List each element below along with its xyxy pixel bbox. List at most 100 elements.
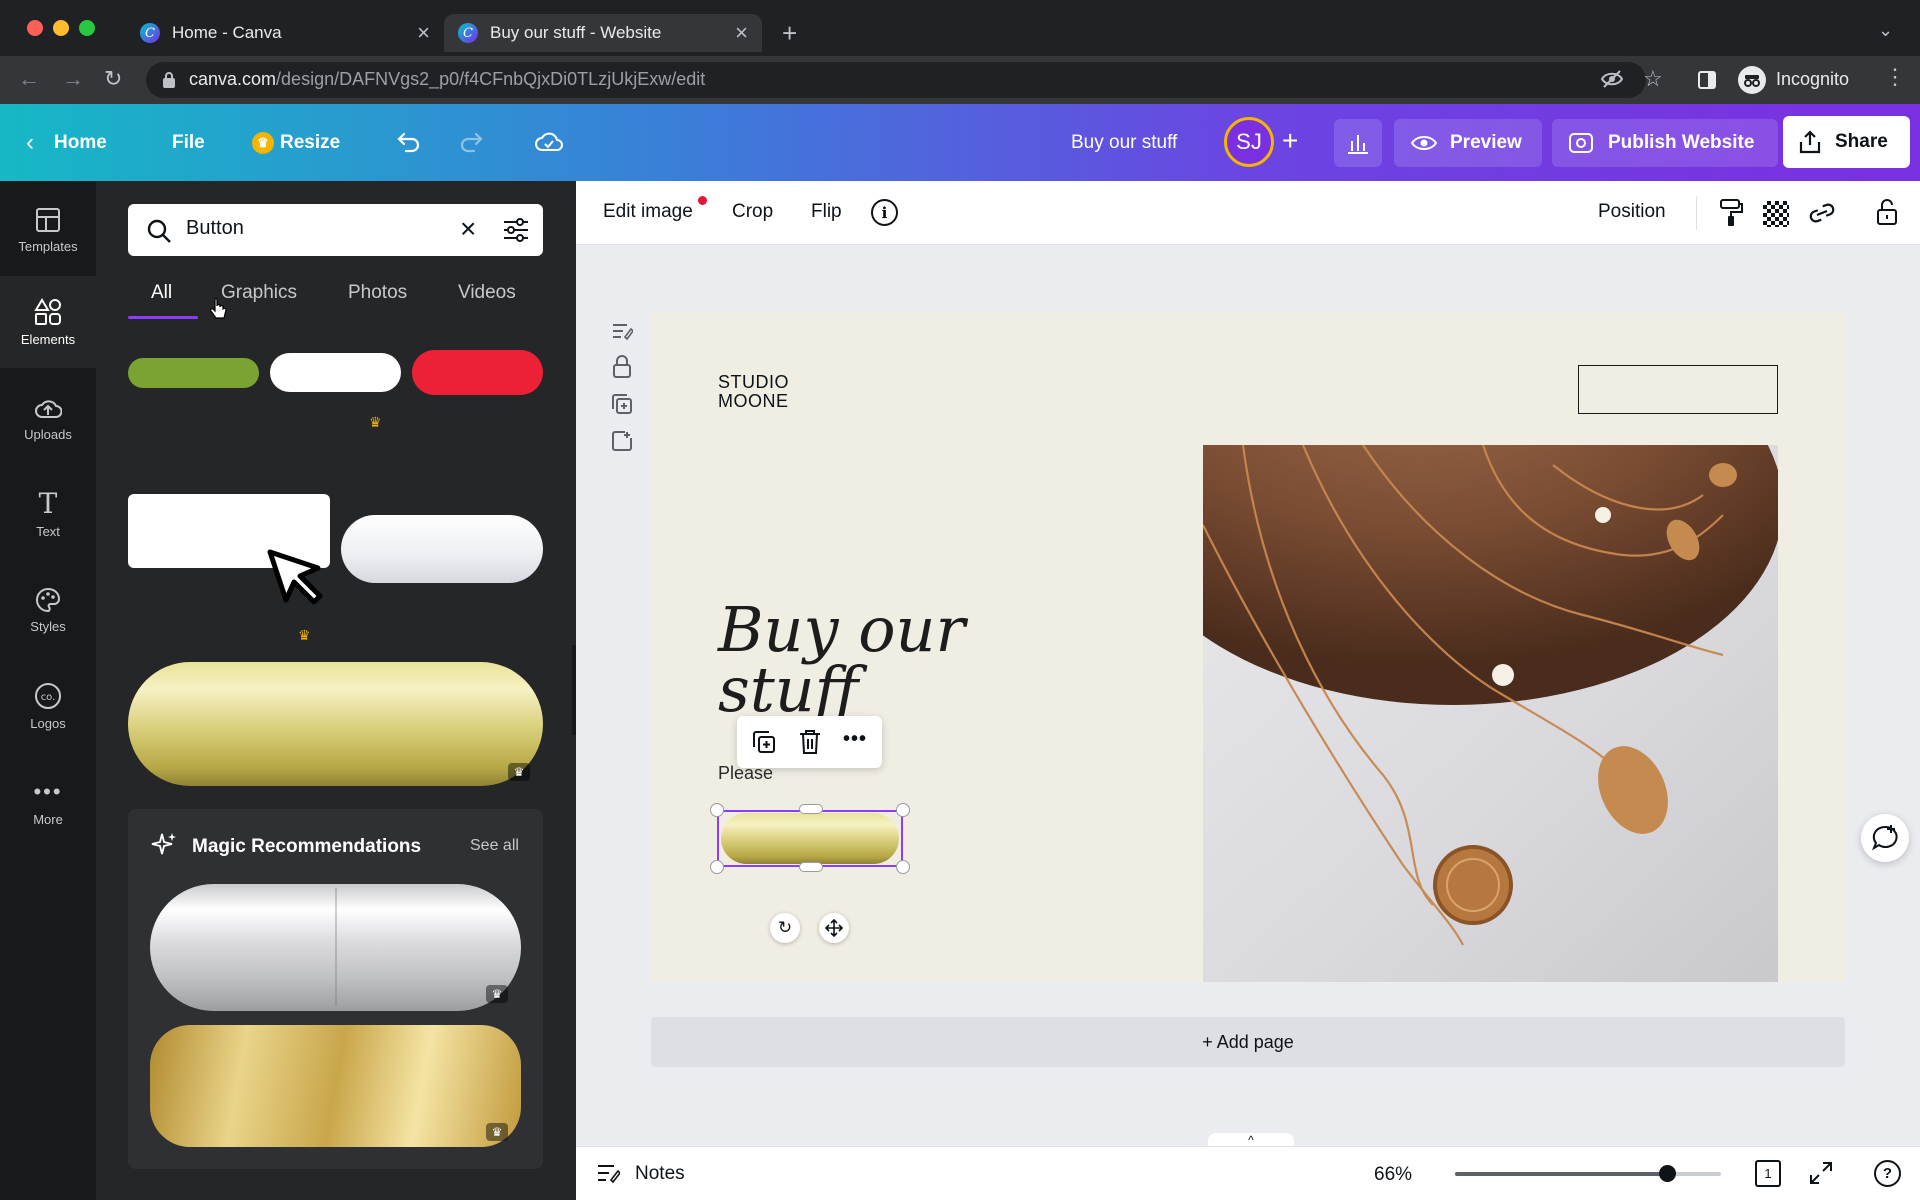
file-menu-button[interactable]: File [172,119,205,167]
lock-page-icon[interactable] [612,355,632,379]
tab-photos[interactable]: Photos [348,282,407,304]
search-input[interactable]: Button [186,217,244,240]
outline-rectangle-button[interactable] [1578,365,1778,414]
crop-button[interactable]: Crop [732,201,773,223]
add-page-icon[interactable] [611,430,633,452]
page-count-button[interactable]: 1 [1755,1160,1781,1187]
browser-tab-active[interactable]: C Buy our stuff - Website × [444,14,762,52]
filter-icon[interactable] [503,218,529,242]
position-button[interactable]: Position [1598,201,1666,223]
reload-icon[interactable]: ↻ [104,66,122,92]
edit-image-button[interactable]: Edit image [603,201,693,223]
bookmark-star-icon[interactable]: ☆ [1643,66,1663,92]
resize-handle-top-left[interactable] [710,803,724,817]
incognito-label: Incognito [1776,69,1850,89]
rail-item-templates[interactable]: Templates [0,184,96,276]
move-handle-icon[interactable] [819,913,849,943]
bar-chart-icon [1348,135,1368,154]
resize-handle-bottom[interactable] [799,862,823,872]
link-icon[interactable] [1807,201,1837,225]
gold-wavy-button-element[interactable] [150,1025,521,1147]
fullscreen-icon[interactable] [1809,1161,1833,1185]
info-icon[interactable]: i [871,199,898,226]
home-label: Home [54,132,107,153]
silver-pill-button-element[interactable] [341,515,543,583]
resize-handle-top-right[interactable] [896,803,910,817]
maximize-window-button[interactable] [79,20,95,36]
url-text[interactable]: canva.com/design/DAFNVgs2_p0/f4CFnbQjxDi… [189,69,705,90]
new-tab-icon[interactable]: + [782,18,797,49]
arrow-cursor-icon [266,548,326,608]
insights-button[interactable] [1334,119,1382,167]
rail-item-text[interactable]: T Text [0,468,96,560]
add-page-button[interactable]: + Add page [651,1017,1845,1067]
duplicate-page-icon[interactable] [611,393,633,415]
side-panel-icon[interactable] [1698,71,1716,89]
red-pill-button-element[interactable] [412,350,543,395]
more-options-icon[interactable]: ••• [843,728,867,751]
hero-heading[interactable]: Buy our stuff [718,599,965,721]
home-button[interactable]: ‹ Home [26,119,107,167]
resize-handle-bottom-left[interactable] [710,860,724,874]
selected-gold-button[interactable] [721,813,899,864]
flip-button[interactable]: Flip [811,201,842,223]
forward-icon[interactable]: → [62,66,84,92]
clear-search-icon[interactable]: × [460,215,476,243]
add-collaborator-icon[interactable]: + [1282,125,1298,157]
tab-all[interactable]: All [151,282,172,304]
rotate-handle-icon[interactable]: ↻ [770,913,800,943]
tab-videos[interactable]: Videos [458,282,516,304]
transparency-icon[interactable] [1763,201,1789,227]
tab-search-chevron-icon[interactable]: ⌄ [1878,20,1893,41]
back-icon[interactable]: ← [18,66,40,92]
see-all-link[interactable]: See all [470,837,519,855]
paint-roller-icon[interactable] [1718,198,1744,228]
body-text[interactable]: Please [718,763,773,784]
close-tab-icon[interactable]: × [417,20,430,46]
notification-dot [698,196,707,205]
rail-label: Uploads [24,426,72,442]
resize-handle-top[interactable] [799,804,823,814]
help-icon[interactable]: ? [1874,1160,1901,1187]
zoom-slider-track[interactable] [1455,1165,1721,1182]
minimize-window-button[interactable] [53,20,69,36]
publish-website-button[interactable]: Publish Website [1552,119,1778,167]
rail-item-uploads[interactable]: Uploads [0,372,96,464]
white-pill-button-element[interactable] [270,353,401,392]
studio-logo-text[interactable]: STUDIO MOONE [718,373,789,411]
notes-icon[interactable] [596,1162,620,1184]
silver-capsule-button-element[interactable] [150,884,521,1011]
eye-off-icon[interactable] [1601,69,1623,89]
share-button[interactable]: Share [1783,116,1910,168]
notes-button[interactable]: Notes [635,1163,685,1185]
jewelry-photo[interactable] [1203,445,1778,982]
unlock-icon[interactable] [1876,198,1898,226]
zoom-level[interactable]: 66% [1374,1164,1412,1186]
rail-item-styles[interactable]: Styles [0,564,96,656]
show-pages-chevron-icon[interactable]: ^ [1208,1133,1294,1147]
premium-crown-icon: ♛ [486,985,508,1003]
rail-item-elements[interactable]: Elements [0,276,96,368]
green-pill-button-element[interactable] [128,358,259,388]
resize-button[interactable]: ♛ Resize [244,119,348,167]
tab-graphics[interactable]: Graphics [221,282,297,304]
close-window-button[interactable] [27,20,43,36]
delete-icon[interactable] [799,729,821,755]
notes-page-icon[interactable] [611,321,633,341]
rail-item-logos[interactable]: co. Logos [0,660,96,752]
design-title[interactable]: Buy our stuff [1071,119,1177,167]
preview-button[interactable]: Preview [1394,119,1542,167]
browser-menu-icon[interactable]: ⋮ [1884,64,1906,90]
undo-icon[interactable] [396,130,422,154]
duplicate-icon[interactable] [752,730,776,754]
add-comment-button[interactable] [1861,814,1909,862]
gold-pill-button-element[interactable] [128,662,543,786]
rail-item-more[interactable]: ••• More [0,756,96,848]
cloud-saved-icon[interactable] [534,130,564,154]
browser-tab-home[interactable]: C Home - Canva × [126,14,444,52]
resize-handle-bottom-right[interactable] [896,860,910,874]
zoom-slider-thumb[interactable] [1658,1165,1676,1182]
close-tab-icon[interactable]: × [735,20,748,46]
avatar[interactable]: SJ [1224,117,1274,167]
redo-icon[interactable] [458,130,484,154]
